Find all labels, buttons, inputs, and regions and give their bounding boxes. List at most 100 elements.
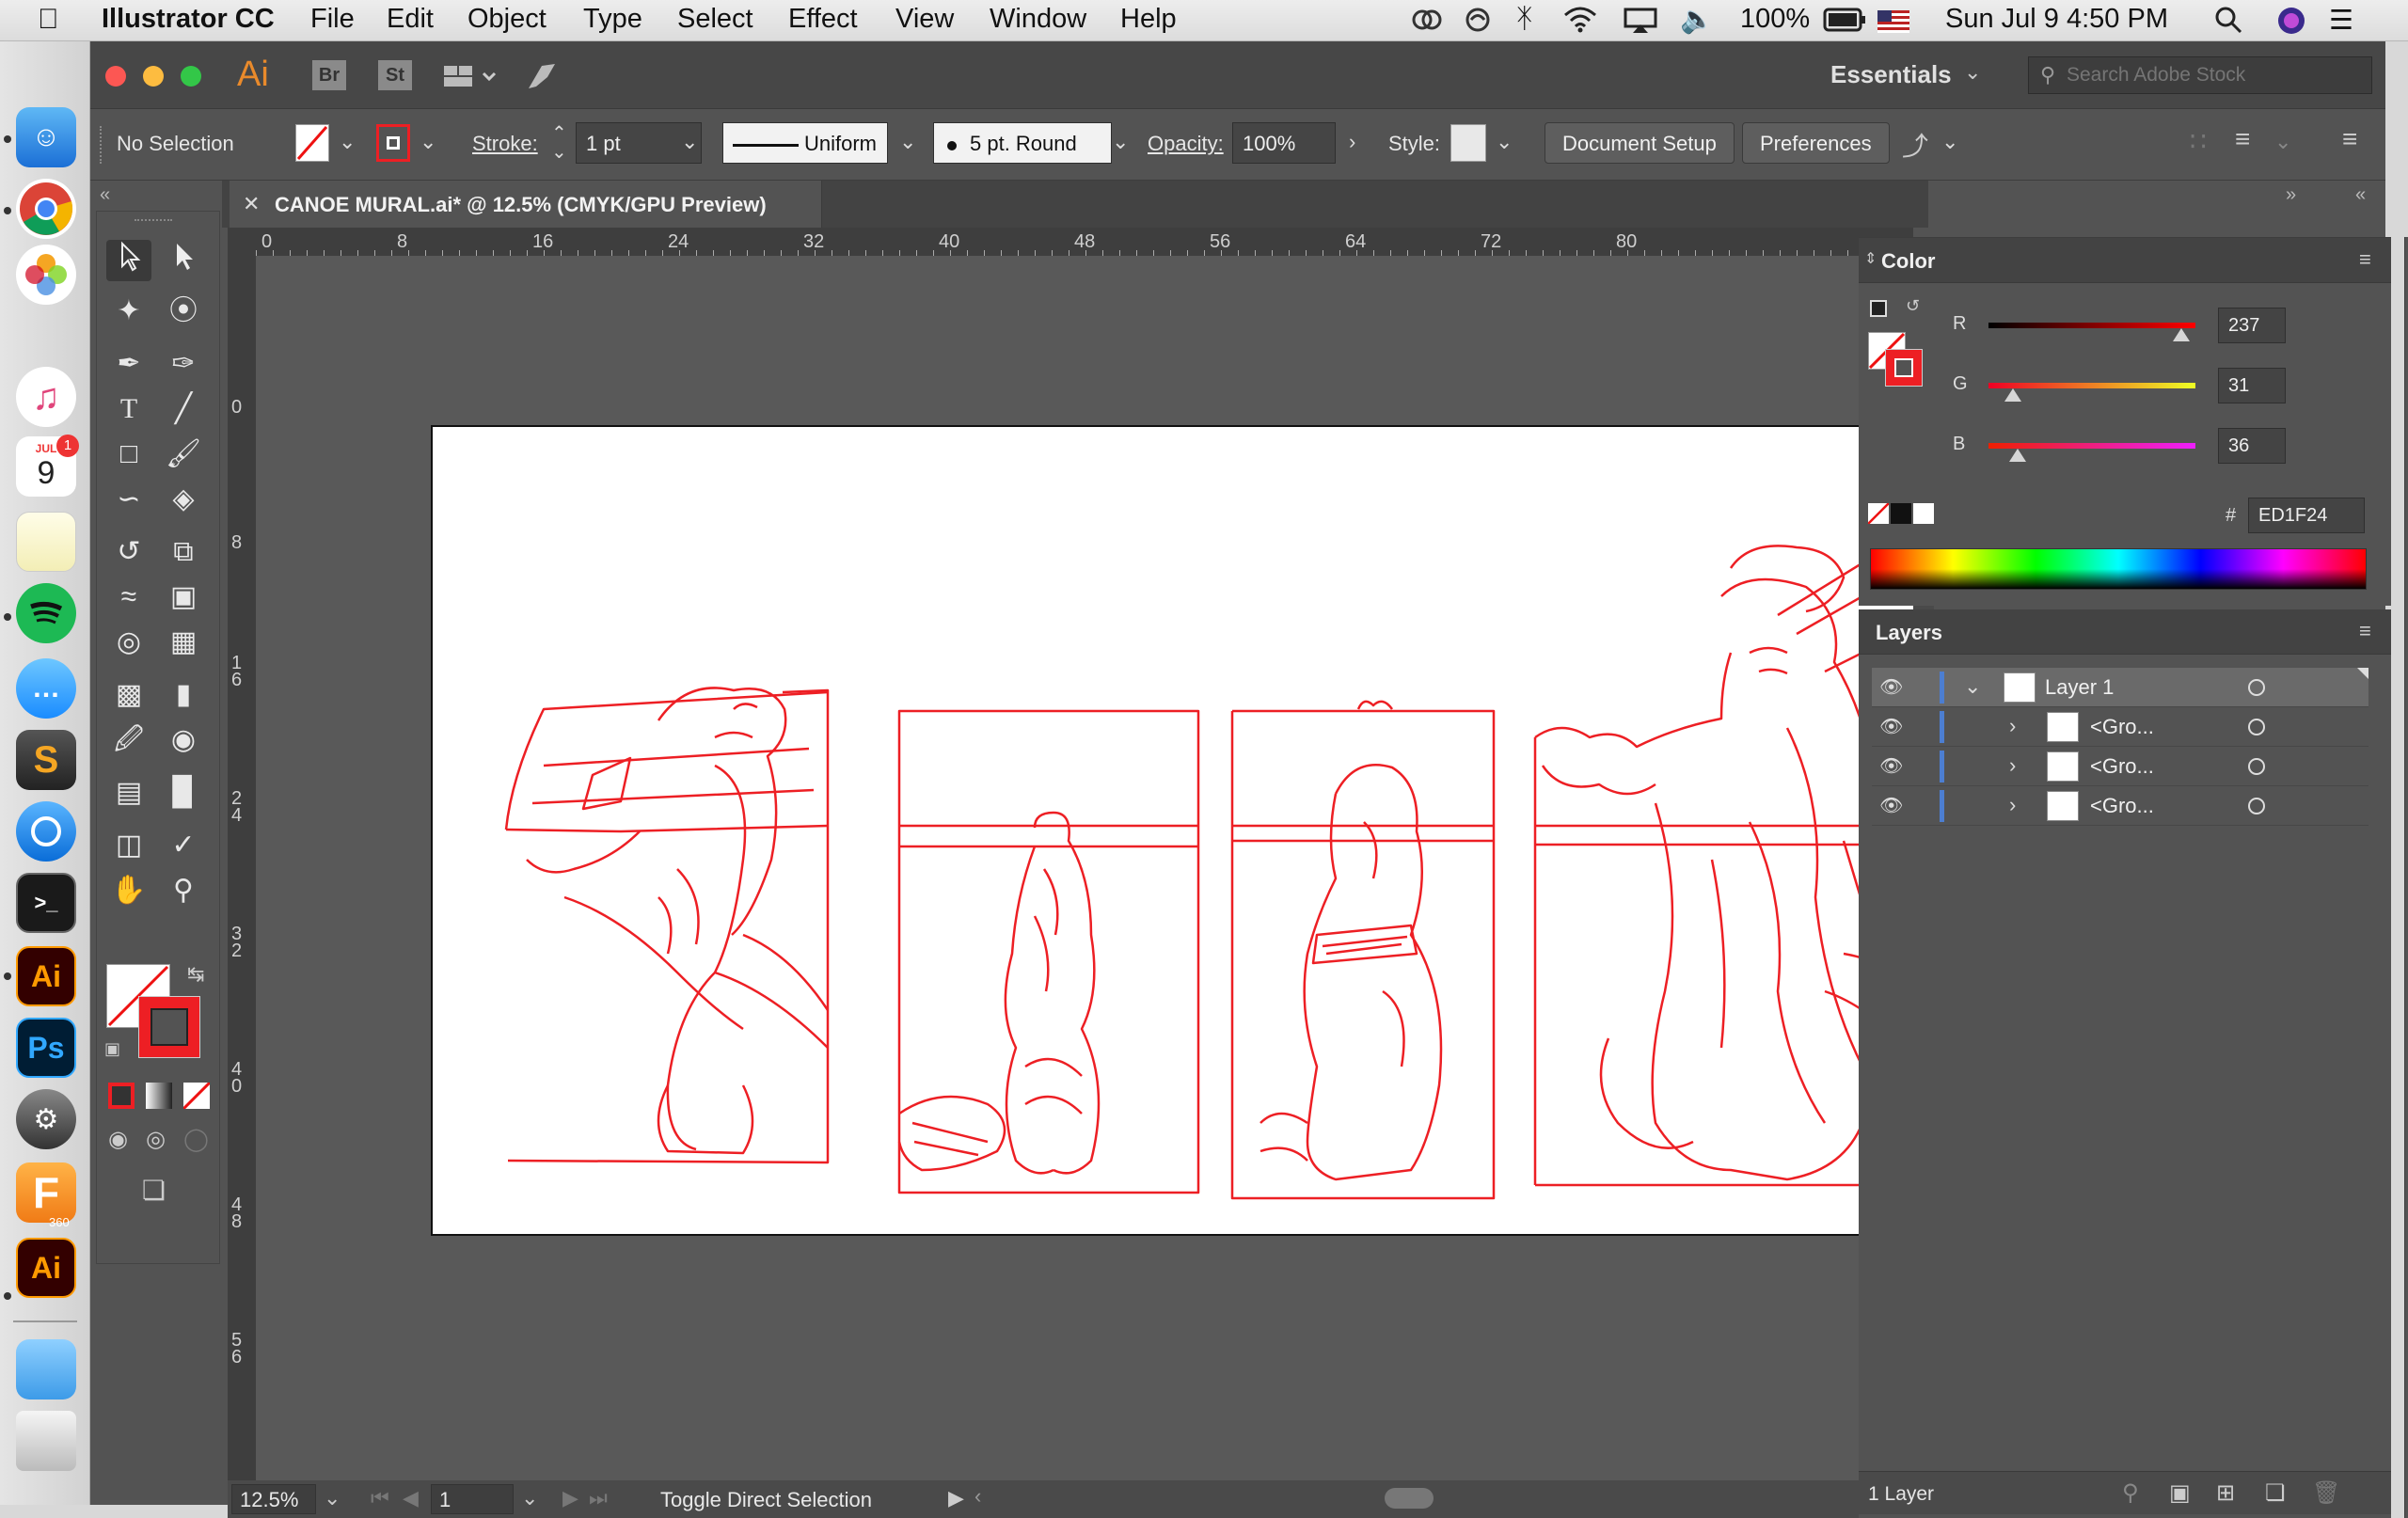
shape-builder-tool-icon[interactable]: ◎ (106, 622, 151, 663)
rotate-tool-icon[interactable]: ↺ (106, 531, 151, 573)
curvature-tool-icon[interactable]: ✑ (161, 343, 206, 385)
panel-stroke-swatch[interactable] (1885, 349, 1923, 387)
align-grid-icon[interactable]: ∷ (2190, 126, 2207, 157)
red-value-field[interactable]: 237 (2218, 308, 2286, 343)
slice-tool-icon[interactable]: ✓ (161, 825, 206, 866)
make-clipping-mask-icon[interactable]: ▣ (2169, 1479, 2191, 1507)
layer-name[interactable]: Layer 1 (2045, 675, 2114, 700)
workspace-switcher[interactable]: Essentials (1830, 60, 1952, 89)
group-name[interactable]: <Gro... (2090, 794, 2154, 818)
red-slider[interactable] (1988, 323, 2195, 328)
visibility-eye-icon[interactable]: 👁 (1879, 715, 1906, 737)
system-preferences-icon[interactable]: ⚙ (16, 1089, 76, 1149)
swap-fill-stroke-icon[interactable]: ↹ (187, 962, 204, 987)
spotlight-search-icon[interactable] (2214, 6, 2242, 41)
magic-wand-tool-icon[interactable]: ✦ (106, 291, 151, 332)
layers-panel-menu-icon[interactable]: ≡ (2359, 619, 2371, 643)
scale-tool-icon[interactable]: ⧉ (161, 531, 206, 573)
status-menu-arrow-icon[interactable]: ▶ (948, 1486, 964, 1510)
app-menu[interactable]: Illustrator CC (102, 4, 275, 35)
swap-colors-icon[interactable]: ↺ (1906, 296, 1920, 316)
apple-icon[interactable]:  (38, 4, 59, 36)
profile-chevron-icon[interactable]: ⌄ (899, 130, 916, 154)
app-store-icon[interactable] (16, 801, 76, 862)
battery-icon[interactable] (1823, 8, 1866, 40)
artboard-tool-icon[interactable]: ◫ (106, 825, 151, 866)
menu-view[interactable]: View (895, 4, 954, 35)
red-slider-thumb[interactable] (2172, 328, 2190, 341)
color-spectrum[interactable] (1870, 548, 2367, 590)
document-tab[interactable]: ✕ CANOE MURAL.ai* @ 12.5% (CMYK/GPU Prev… (230, 181, 822, 228)
blue-slider-thumb[interactable] (2008, 449, 2026, 462)
chrome-icon[interactable] (16, 179, 76, 239)
menu-edit[interactable]: Edit (387, 4, 434, 35)
control-bar-grip[interactable] (100, 126, 105, 164)
artboard[interactable] (431, 425, 1913, 1236)
delete-layer-icon[interactable]: 🗑 (2312, 1479, 2340, 1507)
stroke-color-swatch[interactable] (138, 996, 200, 1058)
line-segment-tool-icon[interactable]: ╱ (161, 388, 206, 430)
stock-search-input[interactable] (2067, 61, 2358, 89)
group-name[interactable]: <Gro... (2090, 754, 2154, 779)
folder-icon[interactable] (16, 1339, 76, 1399)
brush-definition[interactable]: 5 pt. Round (933, 122, 1112, 164)
finder-icon[interactable]: ☺ (16, 107, 76, 167)
stroke-dropdown-chevron-icon[interactable]: ⌄ (420, 130, 436, 154)
sublime-icon[interactable]: S (16, 730, 76, 790)
transform-icon[interactable]: ≡ (2235, 124, 2250, 154)
green-value-field[interactable]: 31 (2218, 368, 2286, 403)
graphic-style-swatch[interactable] (1450, 124, 1486, 162)
default-fill-stroke-icon[interactable]: ▣ (104, 1039, 120, 1059)
transform-chevron-icon[interactable]: ⌄ (2274, 130, 2291, 154)
visibility-eye-icon[interactable]: 👁 (1879, 675, 1906, 698)
stroke-swatch[interactable] (376, 124, 410, 162)
artboard-number-field[interactable]: 1 (431, 1484, 514, 1514)
next-artboard-icon[interactable]: ▶ (562, 1486, 578, 1510)
panel-options-toggle-icon[interactable]: ⇕ (1864, 249, 1877, 268)
rectangle-tool-icon[interactable]: □ (106, 434, 151, 475)
fill-dropdown-chevron-icon[interactable]: ⌄ (339, 130, 356, 154)
layer-row-group-3[interactable]: 👁 › <Gro... (1872, 786, 2368, 826)
pen-tool-icon[interactable]: ✒ (106, 343, 151, 385)
white-swatch[interactable] (1913, 503, 1934, 524)
messages-icon[interactable]: … (16, 658, 76, 719)
wifi-icon[interactable] (1561, 6, 1599, 41)
stroke-weight-chevron-icon[interactable]: ⌄ (681, 130, 698, 154)
brush-chevron-icon[interactable]: ⌄ (1112, 130, 1129, 154)
direct-selection-tool-icon[interactable] (161, 240, 206, 281)
group-target-icon[interactable] (2248, 798, 2265, 814)
bridge-button[interactable]: Br (312, 60, 346, 90)
expand-group-chevron-icon[interactable]: › (2009, 753, 2016, 778)
locate-object-icon[interactable]: ⚲ (2122, 1479, 2139, 1507)
menu-select[interactable]: Select (677, 4, 753, 35)
draw-normal-icon[interactable]: ◉ (108, 1126, 128, 1153)
trash-icon[interactable] (16, 1411, 76, 1471)
spotify-icon[interactable] (16, 583, 76, 643)
menu-help[interactable]: Help (1120, 4, 1177, 35)
close-window-button[interactable] (105, 66, 126, 87)
canvas[interactable] (256, 256, 1913, 1480)
scroll-left-icon[interactable]: ‹ (974, 1484, 981, 1509)
change-screen-mode-icon[interactable]: ❏ (142, 1175, 166, 1206)
vertical-ruler[interactable]: 0 8 16 24 32 40 48 56 (228, 256, 256, 1480)
none-swatch[interactable] (1867, 502, 1890, 525)
zoom-field[interactable]: 12.5% (231, 1484, 316, 1514)
visibility-eye-icon[interactable]: 👁 (1879, 794, 1906, 816)
tool-hint-status[interactable]: Toggle Direct Selection (660, 1488, 872, 1512)
new-layer-icon[interactable]: ❏ (2265, 1479, 2286, 1507)
free-transform-tool-icon[interactable]: ▣ (161, 577, 206, 618)
previous-artboard-icon[interactable]: ◀ (403, 1486, 419, 1510)
black-swatch[interactable] (1891, 503, 1911, 524)
mesh-tool-icon[interactable]: ▩ (106, 674, 151, 716)
stock-search-box[interactable]: ⚲ (2028, 56, 2372, 94)
illustrator-dock-icon-2[interactable]: Ai (16, 1238, 76, 1298)
first-artboard-icon[interactable]: ⏮ (371, 1486, 389, 1510)
preferences-button[interactable]: Preferences (1742, 122, 1890, 164)
select-similar-chevron-icon[interactable]: ⌄ (1941, 130, 1958, 154)
blend-tool-icon[interactable]: ◉ (161, 719, 206, 761)
artboard-chevron-icon[interactable]: ⌄ (521, 1486, 538, 1510)
document-setup-button[interactable]: Document Setup (1545, 122, 1735, 164)
illustrator-dock-icon[interactable]: Ai (16, 946, 76, 1006)
column-graph-tool-icon[interactable]: ▉ (161, 772, 206, 814)
menu-window[interactable]: Window (990, 4, 1086, 35)
